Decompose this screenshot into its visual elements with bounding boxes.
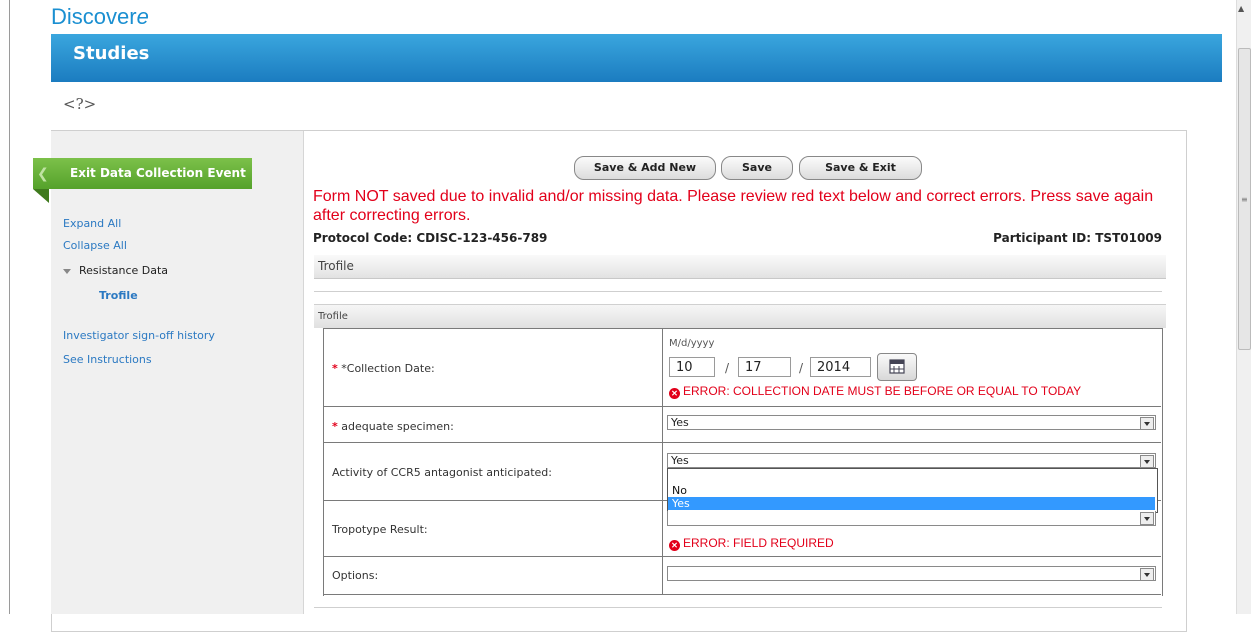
tree-node-resistance-data[interactable]: Resistance Data — [63, 264, 168, 277]
tropotype-label: Tropotype Result: — [332, 523, 428, 536]
label-text: adequate specimen: — [341, 420, 454, 433]
back-arrow-icon: ❮ — [37, 166, 49, 182]
options-select[interactable] — [667, 566, 1156, 581]
expand-all-link[interactable]: Expand All — [63, 217, 121, 230]
divider — [314, 291, 1162, 292]
chevron-down-icon[interactable] — [1140, 455, 1154, 468]
divider — [314, 607, 1162, 608]
tropotype-error: ✕ ERROR: FIELD REQUIRED — [669, 536, 834, 551]
ccr5-select[interactable]: Yes — [667, 453, 1156, 468]
sidebar — [51, 131, 304, 614]
error-icon: ✕ — [669, 388, 680, 399]
app-logo[interactable]: Discovere — [51, 4, 149, 30]
section-title: Studies — [73, 43, 150, 64]
tree-node-label: Resistance Data — [79, 264, 169, 277]
form-error-message: Form NOT saved due to invalid and/or mis… — [313, 188, 1154, 224]
date-format-hint: M/d/yyyy — [669, 338, 715, 349]
select-value: Yes — [671, 416, 689, 429]
ccr5-dropdown-list: No Yes — [667, 468, 1158, 513]
logo-text: Discover — [51, 4, 137, 29]
date-year-input[interactable]: 2014 — [810, 357, 871, 377]
select-value: Yes — [671, 454, 689, 467]
tropotype-select[interactable] — [667, 511, 1156, 526]
error-text: ERROR: FIELD REQUIRED — [683, 536, 834, 550]
exit-data-collection-button[interactable]: Exit Data Collection Event — [33, 158, 252, 189]
grip-icon: ≡ — [1241, 195, 1248, 204]
protocol-code: Protocol Code: CDISC-123-456-789 — [313, 231, 548, 245]
subsection-header: Trofile — [314, 304, 1166, 328]
adequate-specimen-select[interactable]: Yes — [667, 415, 1156, 430]
dropdown-option-no[interactable]: No — [668, 484, 1155, 497]
ccr5-label: Activity of CCR5 antagonist anticipated: — [332, 466, 552, 479]
scroll-up-icon[interactable]: ▲ — [1238, 4, 1244, 13]
collection-date-label: * *Collection Date: — [332, 362, 435, 375]
label-text: *Collection Date: — [341, 362, 435, 375]
date-month-input[interactable]: 10 — [669, 357, 715, 377]
adequate-specimen-label: * adequate specimen: — [332, 420, 454, 433]
error-text: ERROR: COLLECTION DATE MUST BE BEFORE OR… — [683, 384, 1082, 398]
logo-text-italic: e — [136, 4, 149, 29]
see-instructions-link[interactable]: See Instructions — [63, 353, 152, 366]
save-add-new-button[interactable]: Save & Add New — [574, 156, 716, 180]
participant-id: Participant ID: TST01009 — [993, 231, 1162, 245]
section-header: Trofile — [314, 255, 1166, 279]
date-separator: / — [725, 361, 730, 375]
help-icon[interactable]: <?> — [63, 95, 96, 113]
chevron-down-icon[interactable] — [1140, 568, 1154, 581]
tree-item-trofile[interactable]: Trofile — [99, 289, 138, 302]
error-icon: ✕ — [669, 540, 680, 551]
required-marker: * — [332, 420, 338, 433]
header-banner: Studies — [51, 34, 1222, 82]
options-label: Options: — [332, 569, 379, 582]
dropdown-option-yes[interactable]: Yes — [668, 497, 1155, 510]
calendar-icon — [889, 359, 905, 374]
ribbon-fold — [33, 189, 49, 203]
collection-date-error: ✕ ERROR: COLLECTION DATE MUST BE BEFORE O… — [669, 384, 1081, 399]
save-button[interactable]: Save — [721, 156, 793, 180]
chevron-down-icon[interactable] — [1140, 512, 1154, 525]
date-separator: / — [799, 361, 804, 375]
triangle-down-icon — [63, 268, 71, 274]
collapse-all-link[interactable]: Collapse All — [63, 239, 127, 252]
window-edge — [0, 0, 10, 614]
required-marker: * — [332, 362, 338, 375]
signoff-history-link[interactable]: Investigator sign-off history — [63, 329, 215, 342]
chevron-down-icon[interactable] — [1140, 417, 1154, 430]
dropdown-option-blank[interactable] — [668, 470, 1155, 483]
save-exit-button[interactable]: Save & Exit — [799, 156, 922, 180]
date-day-input[interactable]: 17 — [738, 357, 791, 377]
calendar-button[interactable] — [877, 353, 917, 381]
